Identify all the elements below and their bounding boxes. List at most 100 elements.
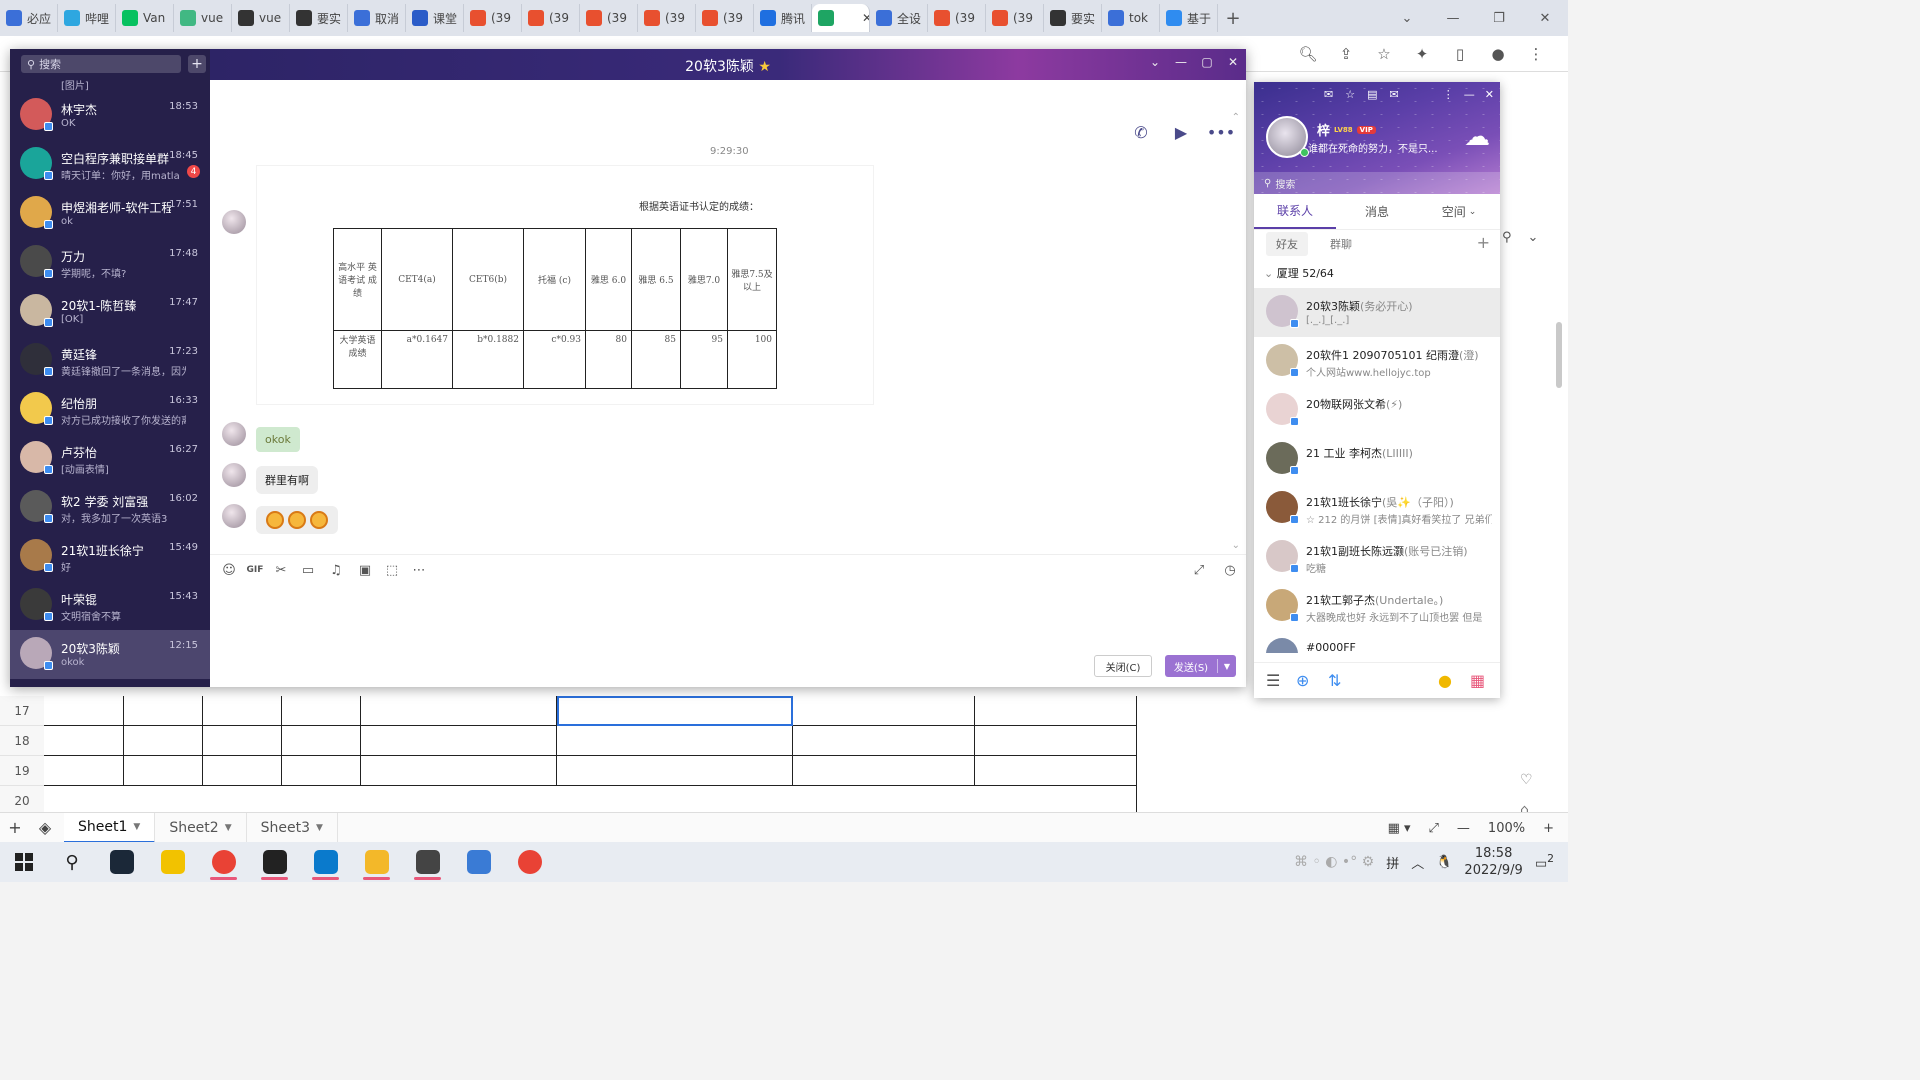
chevron-down-icon[interactable]: ⌄ [1528,230,1539,245]
taskbar-app-cobo[interactable] [147,842,198,882]
subtab-groups[interactable]: 群聊 [1320,232,1362,256]
sheet-cell[interactable] [793,696,975,726]
sheet-cell[interactable] [975,756,1137,786]
sender-avatar[interactable] [222,210,246,234]
conversation-search[interactable]: ⚲ 搜索 [21,55,181,73]
sheet-cell[interactable] [203,696,282,726]
screen-record-icon[interactable]: ⬚ [383,561,401,579]
extensions-icon[interactable]: ✦ [1410,42,1434,66]
sheet-cell[interactable] [557,726,793,756]
taskbar-app-vscode[interactable] [300,842,351,882]
zoom-in-icon[interactable]: + [1543,821,1554,836]
chevron-down-icon[interactable]: ▼ [133,822,140,832]
menu-icon[interactable]: ⋮ [1443,88,1454,101]
image-message[interactable]: 根据英语证书认定的成绩： 高水平 英语考试 成绩 CET4(a) CET6(b)… [256,165,874,405]
conversation-item[interactable]: 叶荣锟 15:43 文明宿舍不算 [10,581,210,630]
add-sheet-icon[interactable]: + [0,818,30,837]
sender-avatar[interactable] [222,422,246,446]
chevron-down-icon[interactable]: ⌄ [1148,55,1162,69]
sender-avatar[interactable] [222,463,246,487]
expand-icon[interactable]: ⤢ [1190,561,1208,579]
main-menu-icon[interactable]: ☰ [1266,671,1280,690]
minimize-icon[interactable]: — [1174,55,1188,69]
conversation-item[interactable]: 20软1-陈哲臻 17:47 [OK] [10,287,210,336]
clock[interactable]: 18:58 2022/9/9 [1464,845,1522,879]
history-icon[interactable]: ◷ [1221,561,1239,579]
close-button[interactable]: 关闭(C) [1094,655,1152,677]
sheet-cell[interactable] [203,756,282,786]
browser-tab[interactable]: (39 [580,4,638,32]
layers-icon[interactable]: ◈ [30,818,60,837]
contact-item[interactable]: 21软工郭子杰(Undertale。) 大器晚成也好 永远到不了山顶也罢 但是 [1254,582,1500,631]
contact-item[interactable]: 20软3陈颖(务必开心) [._.]_[._.] [1254,288,1500,337]
voice-call-icon[interactable]: ✆ [1130,122,1152,142]
conversation-item[interactable]: 万力 17:48 学期呢，不填? [10,238,210,287]
browser-tab[interactable]: (39 [464,4,522,32]
sheet-cell[interactable] [975,726,1137,756]
subtab-friends[interactable]: 好友 [1266,232,1308,256]
conversation-item[interactable]: [图片] [10,79,210,91]
chevron-down-icon[interactable]: ▼ [225,823,232,833]
browser-tab[interactable]: 要实 [290,4,348,32]
fullscreen-icon[interactable]: ⤢ [1429,821,1439,836]
sheet-cell[interactable] [361,726,557,756]
grid-view-icon[interactable]: ▦ ▾ [1388,821,1411,836]
conversation-item[interactable]: 21软1班长徐宁 15:49 好 [10,532,210,581]
browser-tab[interactable]: (39 [696,4,754,32]
conversation-item[interactable]: 黄廷锋 17:23 黄廷锋撤回了一条消息，因为有 [10,336,210,385]
add-friend-icon[interactable]: ⊕ [1296,671,1309,690]
sheet-cell[interactable] [282,756,361,786]
sheet-tab[interactable]: Sheet1 ▼ [64,812,156,843]
browser-tab[interactable]: 基于 [1160,4,1218,32]
star-icon[interactable]: ☆ [1345,88,1355,101]
close-icon[interactable]: ✕ [1522,0,1568,36]
taskbar-app-explorer[interactable] [351,842,402,882]
sheet-cell[interactable] [282,696,361,726]
notification-icon[interactable]: ▭2 [1535,852,1554,871]
sidebar-icon[interactable]: ▯ [1448,42,1472,66]
tab-space[interactable]: 空间 ⌄ [1418,194,1500,229]
bookmark-star-icon[interactable]: ☆ [1372,42,1396,66]
profile-avatar-icon[interactable]: ● [1486,42,1510,66]
message-bubble[interactable]: 群里有啊 [256,466,318,494]
sheet-tab[interactable]: Sheet3 ▼ [247,812,338,843]
browser-tab[interactable]: 全设 [870,4,928,32]
sheet-cell[interactable] [793,756,975,786]
more-icon[interactable]: ••• [1207,122,1235,142]
browser-tab[interactable]: vue [232,4,290,32]
message-bubble[interactable]: okok [256,427,300,452]
taskbar-app-steam[interactable] [96,842,147,882]
username[interactable]: 梓 LV88 VIP [1317,120,1376,139]
chevron-down-icon[interactable]: ▼ [1218,662,1236,671]
sender-avatar[interactable] [222,504,246,528]
maximize-icon[interactable]: ▢ [1200,55,1214,69]
send-button[interactable]: 发送(S) ▼ [1165,655,1236,677]
weather-icon[interactable]: ☁ [1464,122,1490,152]
conversation-item[interactable]: 申煜湘老师-软件工程 17:51 ok [10,189,210,238]
heart-icon[interactable]: ♡ [1520,772,1534,788]
emoji-icon[interactable]: ☺ [220,561,238,579]
taskbar-app-chrome[interactable] [198,842,249,882]
contact-item[interactable]: 21软1副班长陈远灏(账号已注销) 吃糖 [1254,533,1500,582]
emoji-message[interactable] [256,506,338,534]
row-number[interactable]: 17 [0,696,44,726]
tab-contacts[interactable]: 联系人 [1254,194,1336,229]
search-icon[interactable]: ⚲ [1502,230,1512,245]
menu-icon[interactable]: ⋮ [1524,42,1548,66]
music-icon[interactable]: ♫ [327,561,345,579]
row-number[interactable]: 18 [0,726,44,756]
folder-icon[interactable]: ▭ [299,561,317,579]
sheet-scrollbar[interactable] [1556,322,1562,388]
scissors-icon[interactable]: ✂ [272,561,290,579]
close-icon[interactable]: ✕ [1485,88,1494,101]
taskbar-app-vmware[interactable] [453,842,504,882]
sheet-cell[interactable] [557,756,793,786]
contact-item[interactable]: #0000FF [1254,631,1500,653]
sheet-cell[interactable] [361,756,557,786]
sheet-cell[interactable] [793,726,975,756]
conversation-item[interactable]: 纪怡朋 16:33 对方已成功接收了你发送的离线 [10,385,210,434]
signature[interactable]: 谁都在死命的努力，不是只... [1308,140,1448,155]
conversation-item[interactable]: 软2 学委 刘富强 16:02 对，我多加了一次英语3 [10,483,210,532]
tab-messages[interactable]: 消息 [1336,194,1418,229]
taskbar-search-icon[interactable]: ⚲ [48,842,96,882]
